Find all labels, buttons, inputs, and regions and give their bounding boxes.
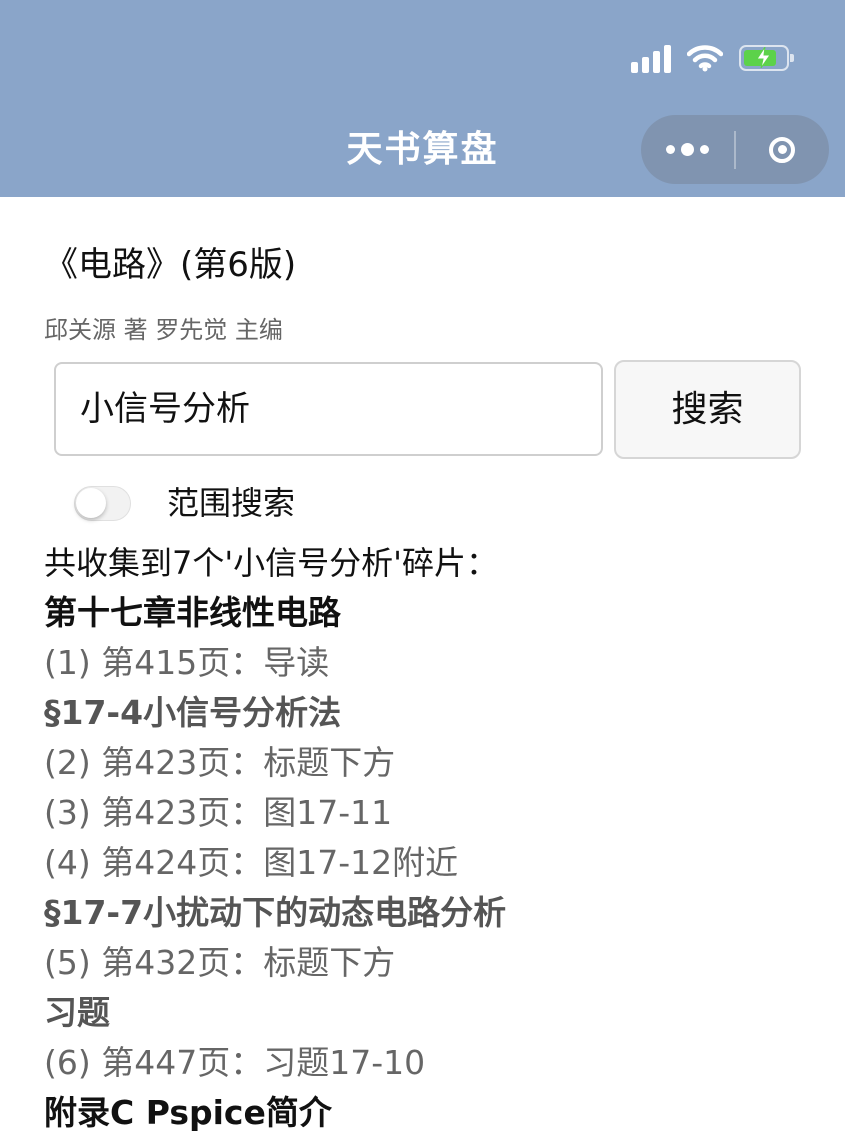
close-miniprogram-icon[interactable] (736, 136, 830, 163)
wifi-icon (687, 45, 723, 72)
search-button[interactable]: 搜索 (614, 360, 801, 459)
signal-icon (631, 43, 671, 73)
result-summary: 共收集到7个'小信号分析'碎片： (44, 544, 498, 582)
range-search-label: 范围搜索 (167, 484, 296, 522)
navigation-bar: 天书算盘 (0, 0, 845, 197)
result-item[interactable]: (1) 第415页：导读 (44, 640, 834, 690)
toggle-knob (76, 488, 106, 518)
battery-charging-icon (739, 45, 794, 71)
range-search-toggle[interactable] (74, 486, 131, 521)
more-icon[interactable] (641, 143, 734, 156)
section-heading: §17-4小信号分析法 (44, 693, 342, 732)
result-item[interactable]: (3) 第423页：图17-11 (44, 790, 834, 840)
section-heading: 习题 (44, 993, 110, 1032)
book-authors: 邱关源 著 罗先觉 主编 (44, 316, 283, 344)
result-list: 第十七章非线性电路 (1) 第415页：导读 §17-4小信号分析法 (2) 第… (44, 590, 834, 1140)
result-item[interactable]: (6) 第447页：习题17-10 (44, 1040, 834, 1090)
book-title: 《电路》(第6版) (44, 245, 297, 285)
result-item[interactable]: (2) 第423页：标题下方 (44, 740, 834, 790)
search-input[interactable]: 小信号分析 (54, 362, 603, 456)
status-bar (631, 38, 794, 78)
result-item[interactable]: (4) 第424页：图17-12附近 (44, 840, 834, 890)
chapter-heading: 第十七章非线性电路 (44, 593, 341, 632)
section-heading: §17-7小扰动下的动态电路分析 (44, 893, 507, 932)
miniprogram-capsule (641, 115, 829, 184)
chapter-heading: 附录C Pspice简介 (44, 1093, 332, 1132)
result-item[interactable]: (5) 第432页：标题下方 (44, 940, 834, 990)
